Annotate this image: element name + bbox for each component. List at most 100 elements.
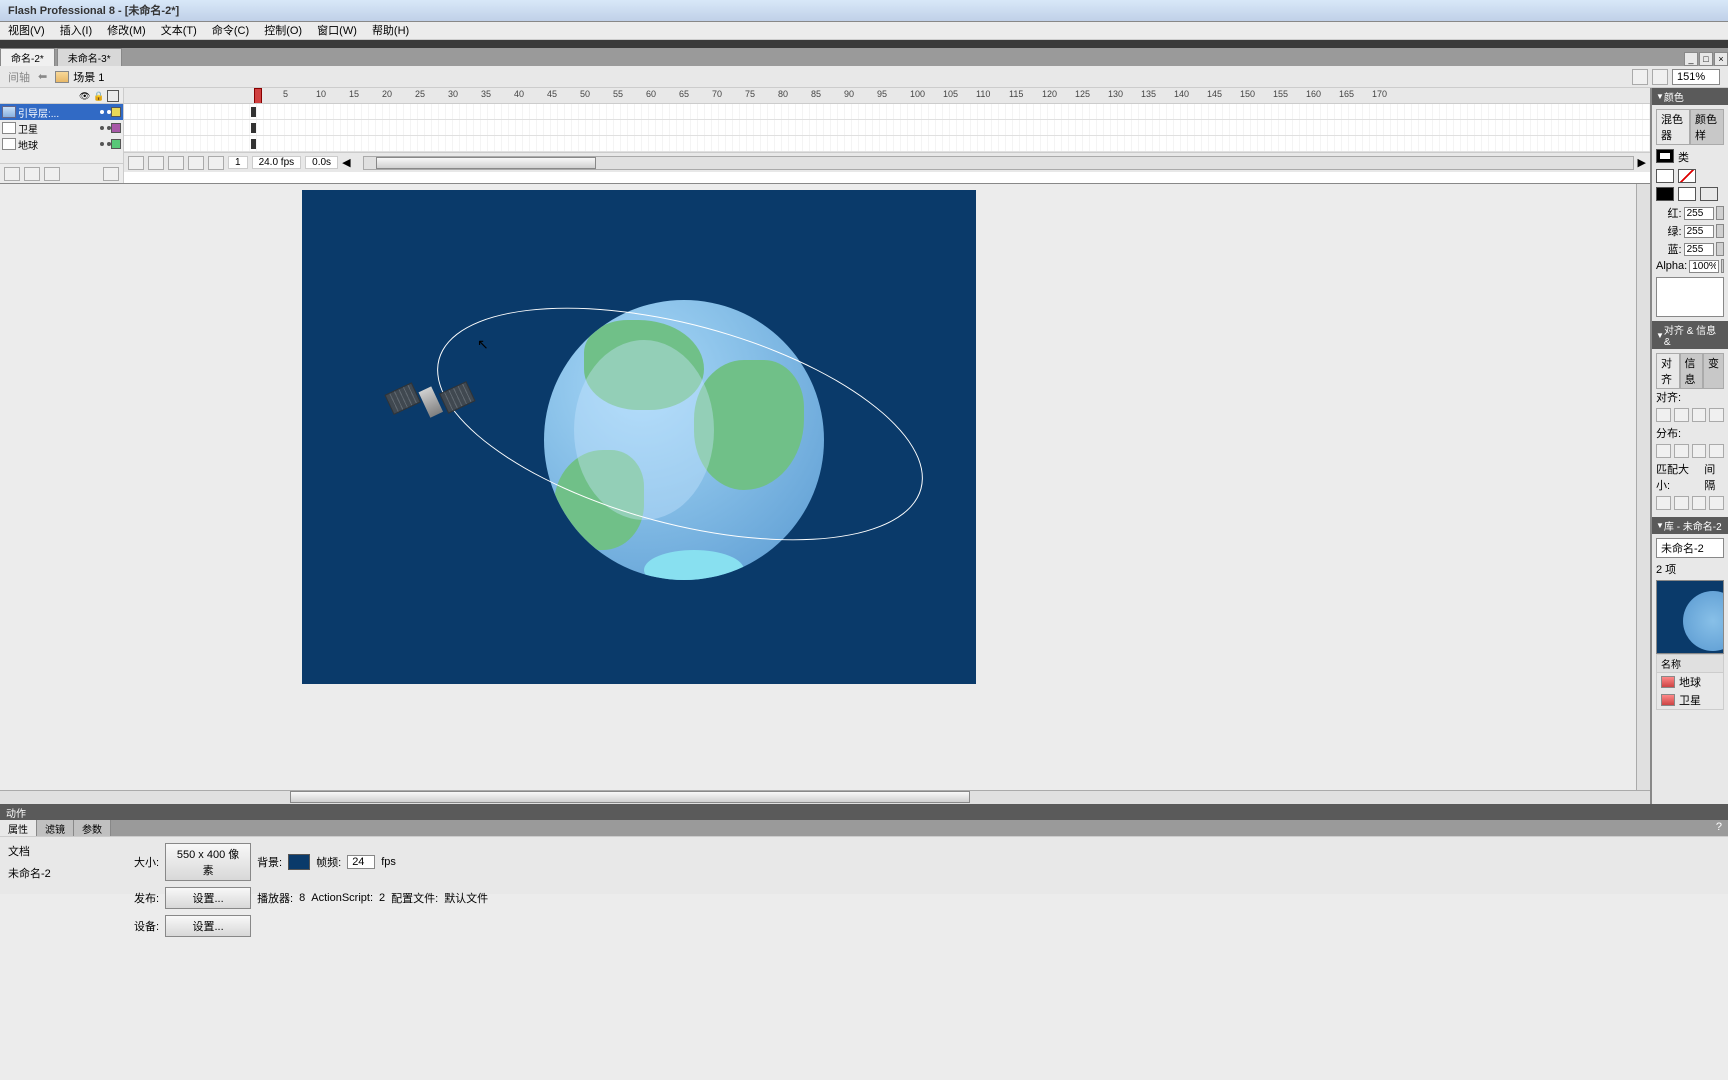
color-preview [1656,277,1724,317]
onion-skin-button[interactable] [148,156,164,170]
mixer-tab[interactable]: 混色器 [1656,109,1690,145]
scroll-left-button[interactable]: ◀ [342,156,350,169]
filters-tab[interactable]: 滤镜 [37,820,74,836]
timeline-scrollbar[interactable] [363,156,1634,170]
info-tab[interactable]: 信息 [1680,353,1704,389]
doc-tab-1[interactable]: 命名-2* [0,48,55,66]
device-label: 设备: [134,918,159,934]
green-input[interactable] [1684,225,1714,238]
edit-scene-icon[interactable] [1632,69,1648,85]
library-dropdown[interactable]: 未命名-2 [1656,538,1724,558]
stepper-icon[interactable] [1716,242,1724,256]
distribute-button[interactable] [1709,444,1724,458]
library-name-column[interactable]: 名称 [1657,655,1723,673]
center-frame-button[interactable] [128,156,144,170]
help-icon[interactable]: ? [1710,820,1728,836]
fill-color-swatch[interactable] [1656,169,1674,183]
space-button[interactable] [1709,496,1724,510]
stage-canvas[interactable] [302,190,976,684]
library-item-earth[interactable]: 地球 [1657,673,1723,691]
color-panel-header[interactable]: 颜色 [1652,88,1728,105]
transform-tab[interactable]: 变 [1703,353,1724,389]
black-swatch[interactable] [1656,187,1674,201]
align-right-button[interactable] [1692,408,1707,422]
new-guide-button[interactable] [24,167,40,181]
new-layer-button[interactable] [4,167,20,181]
layer-earth[interactable]: 地球 [0,136,123,152]
properties-tab[interactable]: 属性 [0,820,37,836]
frames-area[interactable]: 5101520253035404550556065707580859095100… [124,88,1650,183]
maximize-button[interactable]: □ [1699,52,1713,66]
stepper-icon[interactable] [1716,206,1724,220]
playhead[interactable] [254,88,262,104]
doc-label: 文档 [8,843,30,859]
match-height-button[interactable] [1674,496,1689,510]
framerate-input[interactable] [347,855,375,869]
layer-color-satellite [111,123,121,133]
menu-view[interactable]: 视图(V) [8,25,45,37]
align-panel-header[interactable]: 对齐 & 信息 & [1652,321,1728,349]
menu-modify[interactable]: 修改(M) [107,25,146,37]
blue-input[interactable] [1684,243,1714,256]
match-width-button[interactable] [1656,496,1671,510]
layer-satellite[interactable]: 卫星 [0,120,123,136]
menu-window[interactable]: 窗口(W) [317,25,357,37]
document-tabs: 命名-2* 未命名-3* _ □ × [0,48,1728,66]
stroke-color-swatch[interactable] [1656,149,1674,163]
size-label: 大小: [134,854,159,870]
actions-panel-header[interactable]: 动作 [0,804,1728,820]
frame-rate: 24.0 fps [252,156,302,169]
stepper-icon[interactable] [1716,224,1724,238]
edit-symbol-icon[interactable] [1652,69,1668,85]
distribute-button[interactable] [1656,444,1671,458]
onion-markers-button[interactable] [208,156,224,170]
library-item-satellite[interactable]: 卫星 [1657,691,1723,709]
distribute-button[interactable] [1692,444,1707,458]
stepper-icon[interactable] [1721,259,1724,273]
nav-back-icon[interactable]: ⬅ [38,70,47,83]
align-label: 对齐: [1656,389,1724,405]
minimize-button[interactable]: _ [1684,52,1698,66]
no-fill-swatch[interactable] [1678,169,1696,183]
frame-ruler[interactable]: 5101520253035404550556065707580859095100… [124,88,1650,104]
new-folder-button[interactable] [44,167,60,181]
align-hcenter-button[interactable] [1674,408,1689,422]
library-panel-header[interactable]: 库 - 未命名-2 [1652,517,1728,534]
eye-icon[interactable] [79,90,91,102]
scroll-right-button[interactable]: ▶ [1638,156,1646,169]
menu-help[interactable]: 帮助(H) [372,25,409,37]
align-top-button[interactable] [1709,408,1724,422]
distribute-button[interactable] [1674,444,1689,458]
white-swatch[interactable] [1678,187,1696,201]
layer-icon [2,138,16,150]
bg-color-swatch[interactable] [288,854,310,870]
stage-hscroll[interactable] [0,790,1650,804]
menu-insert[interactable]: 插入(I) [60,25,92,37]
close-button[interactable]: × [1714,52,1728,66]
lock-icon[interactable] [93,90,105,102]
menu-command[interactable]: 命令(C) [212,25,249,37]
align-left-button[interactable] [1656,408,1671,422]
device-settings-button[interactable]: 设置... [165,915,251,937]
menu-text[interactable]: 文本(T) [161,25,197,37]
menu-control[interactable]: 控制(O) [264,25,302,37]
delete-layer-button[interactable] [103,167,119,181]
layer-guide[interactable]: 引导层:... [0,104,123,120]
outline-icon[interactable] [107,90,119,102]
red-input[interactable] [1684,207,1714,220]
as-label: ActionScript: [311,892,373,904]
swatches-tab[interactable]: 颜色样 [1690,109,1724,145]
onion-outline-button[interactable] [168,156,184,170]
swap-colors-icon[interactable] [1700,187,1718,201]
params-tab[interactable]: 参数 [74,820,111,836]
stage-vscroll[interactable] [1636,184,1650,790]
edit-multiple-button[interactable] [188,156,204,170]
publish-settings-button[interactable]: 设置... [165,887,251,909]
size-button[interactable]: 550 x 400 像素 [165,843,251,881]
profile-value: 默认文件 [444,890,488,906]
doc-tab-2[interactable]: 未命名-3* [57,48,122,66]
alpha-input[interactable] [1689,260,1719,273]
align-tab[interactable]: 对齐 [1656,353,1680,389]
zoom-input[interactable]: 151% [1672,69,1720,85]
match-both-button[interactable] [1692,496,1707,510]
